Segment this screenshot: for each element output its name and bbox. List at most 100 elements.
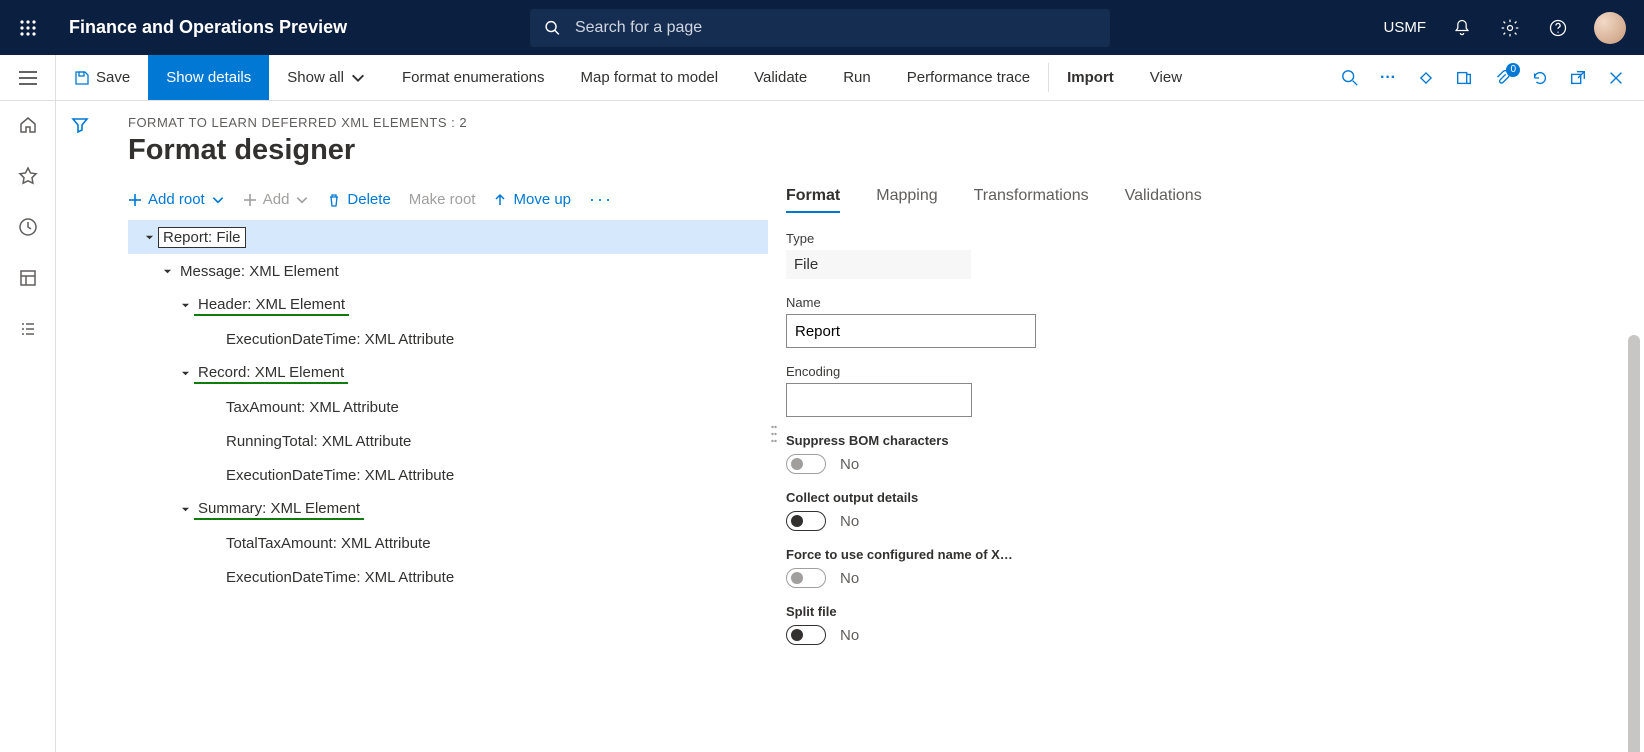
import-button[interactable]: Import: [1049, 55, 1132, 100]
map-format-label: Map format to model: [581, 69, 719, 86]
tab-mapping[interactable]: Mapping: [876, 187, 937, 213]
chevron-down-icon: [350, 70, 366, 86]
view-button[interactable]: View: [1132, 55, 1200, 100]
delete-label: Delete: [347, 191, 390, 208]
gear-icon: [1500, 18, 1520, 38]
tree-node[interactable]: TaxAmount: XML Attribute: [128, 390, 768, 424]
splitter[interactable]: [768, 115, 780, 752]
search-icon: [1341, 69, 1359, 87]
name-label: Name: [786, 295, 1614, 310]
collect-output-value: No: [840, 513, 859, 530]
nav-favorites[interactable]: [18, 166, 38, 191]
home-icon: [18, 115, 38, 135]
global-search[interactable]: [530, 9, 1110, 47]
move-up-button[interactable]: Move up: [493, 191, 571, 208]
nav-recent[interactable]: [18, 217, 38, 242]
trash-icon: [327, 193, 341, 207]
tree-toggle[interactable]: [158, 267, 176, 276]
add-button: Add: [243, 191, 310, 208]
hamburger-icon: [19, 71, 37, 85]
format-enumerations-button[interactable]: Format enumerations: [384, 55, 563, 100]
run-label: Run: [843, 69, 871, 86]
cmd-office-button[interactable]: [1454, 69, 1474, 87]
split-file-toggle[interactable]: [786, 625, 826, 645]
nav-modules[interactable]: [18, 319, 38, 344]
office-icon: [1455, 69, 1473, 87]
search-input[interactable]: [575, 19, 1096, 37]
tree-node[interactable]: TotalTaxAmount: XML Attribute: [128, 526, 768, 560]
company-picker[interactable]: USMF: [1384, 19, 1427, 36]
notifications-button[interactable]: [1450, 16, 1474, 40]
tree-node[interactable]: Record: XML Element: [128, 356, 768, 390]
format-tree[interactable]: Report: File Message: XML Element Header: …: [128, 220, 768, 594]
tree-node-label[interactable]: RunningTotal: XML Attribute: [222, 432, 415, 451]
tree-node[interactable]: ExecutionDateTime: XML Attribute: [128, 458, 768, 492]
app-launcher[interactable]: [0, 0, 55, 55]
help-button[interactable]: [1546, 16, 1570, 40]
tree-node-label[interactable]: ExecutionDateTime: XML Attribute: [222, 568, 458, 587]
popout-button[interactable]: [1568, 69, 1588, 87]
filter-icon: [70, 115, 90, 135]
vertical-scrollbar[interactable]: [1628, 335, 1640, 752]
tree-toggle[interactable]: [176, 301, 194, 310]
tree-node-label[interactable]: Summary: XML Element: [194, 499, 364, 520]
map-format-button[interactable]: Map format to model: [563, 55, 737, 100]
tab-format[interactable]: Format: [786, 187, 840, 213]
attachments-badge: 0: [1506, 63, 1520, 77]
encoding-input[interactable]: [786, 383, 972, 417]
move-up-label: Move up: [513, 191, 571, 208]
split-file-value: No: [840, 627, 859, 644]
tree-node[interactable]: Report: File: [128, 220, 768, 254]
suppress-bom-toggle[interactable]: [786, 454, 826, 474]
save-icon: [74, 70, 90, 86]
show-all-button[interactable]: Show all: [269, 55, 384, 100]
close-button[interactable]: [1606, 69, 1626, 87]
refresh-button[interactable]: [1530, 69, 1550, 87]
cmd-search-button[interactable]: [1340, 69, 1360, 87]
tree-toggle[interactable]: [176, 369, 194, 378]
tree-node-label[interactable]: ExecutionDateTime: XML Attribute: [222, 330, 458, 349]
tree-node[interactable]: RunningTotal: XML Attribute: [128, 424, 768, 458]
waffle-icon: [19, 19, 37, 37]
name-input[interactable]: [786, 314, 1036, 348]
tree-toggle[interactable]: [140, 233, 158, 242]
filter-button[interactable]: [70, 115, 90, 752]
detail-tabs: Format Mapping Transformations Validations: [786, 187, 1614, 213]
tab-transformations[interactable]: Transformations: [974, 187, 1089, 213]
tree-node-label[interactable]: TaxAmount: XML Attribute: [222, 398, 403, 417]
search-icon: [544, 19, 561, 37]
perf-trace-button[interactable]: Performance trace: [889, 55, 1048, 100]
tree-toggle[interactable]: [176, 505, 194, 514]
nav-workspaces[interactable]: [18, 268, 38, 293]
collect-output-toggle[interactable]: [786, 511, 826, 531]
tree-node[interactable]: ExecutionDateTime: XML Attribute: [128, 322, 768, 356]
page-title: Format designer: [128, 134, 768, 167]
tree-more-button[interactable]: ···: [589, 189, 613, 210]
settings-button[interactable]: [1498, 16, 1522, 40]
attachments-button[interactable]: 0: [1492, 69, 1512, 87]
validate-button[interactable]: Validate: [736, 55, 825, 100]
tree-node-label[interactable]: Header: XML Element: [194, 295, 349, 316]
tree-node[interactable]: Message: XML Element: [128, 254, 768, 288]
type-label: Type: [786, 231, 1614, 246]
cmd-diamond-button[interactable]: [1416, 69, 1436, 87]
force-name-toggle[interactable]: [786, 568, 826, 588]
delete-button[interactable]: Delete: [327, 191, 390, 208]
tree-node-label[interactable]: Record: XML Element: [194, 363, 348, 384]
nav-toggle[interactable]: [0, 55, 56, 100]
tree-node[interactable]: ExecutionDateTime: XML Attribute: [128, 560, 768, 594]
tree-node-label[interactable]: Report: File: [158, 227, 246, 248]
more-ellipsis[interactable]: ···: [1378, 69, 1398, 87]
save-button[interactable]: Save: [56, 55, 148, 100]
nav-home[interactable]: [18, 115, 38, 140]
show-details-button[interactable]: Show details: [148, 55, 269, 100]
user-avatar[interactable]: [1594, 12, 1626, 44]
run-button[interactable]: Run: [825, 55, 889, 100]
tree-node-label[interactable]: TotalTaxAmount: XML Attribute: [222, 534, 435, 553]
add-root-button[interactable]: Add root: [128, 191, 225, 208]
tab-validations[interactable]: Validations: [1125, 187, 1202, 213]
tree-node-label[interactable]: Message: XML Element: [176, 262, 343, 281]
tree-node-label[interactable]: ExecutionDateTime: XML Attribute: [222, 466, 458, 485]
tree-node[interactable]: Summary: XML Element: [128, 492, 768, 526]
tree-node[interactable]: Header: XML Element: [128, 288, 768, 322]
